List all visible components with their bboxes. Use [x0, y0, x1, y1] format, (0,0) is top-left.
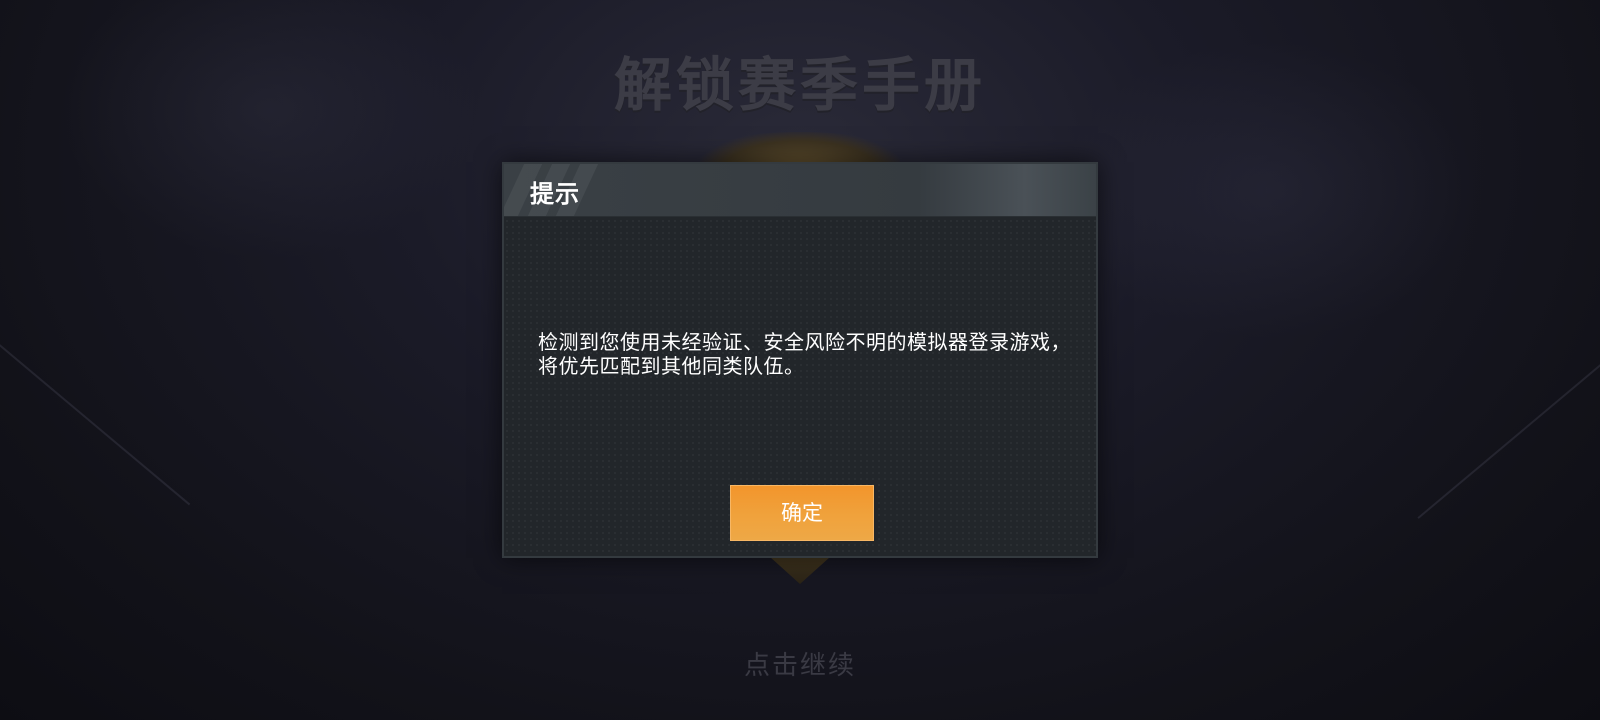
game-screen: 解锁赛季手册 点击继续 提示 检测到您使用未经验证、安全风险不明的模拟器登录游戏… — [0, 0, 1600, 720]
dialog-title: 提示 — [530, 180, 580, 208]
dialog-message: 检测到您使用未经验证、安全风险不明的模拟器登录游戏，将优先匹配到其他同类队伍。 — [538, 330, 1071, 378]
confirm-button[interactable]: 确定 — [730, 485, 874, 541]
dialog-header: 提示 — [504, 164, 1096, 217]
season-handbook-title: 解锁赛季手册 — [613, 51, 986, 119]
background-decor-line-left — [0, 336, 191, 506]
notice-dialog: 提示 检测到您使用未经验证、安全风险不明的模拟器登录游戏，将优先匹配到其他同类队… — [502, 162, 1098, 558]
tap-to-continue-text[interactable]: 点击继续 — [0, 645, 1600, 682]
background-decor-line-right — [1417, 363, 1600, 519]
